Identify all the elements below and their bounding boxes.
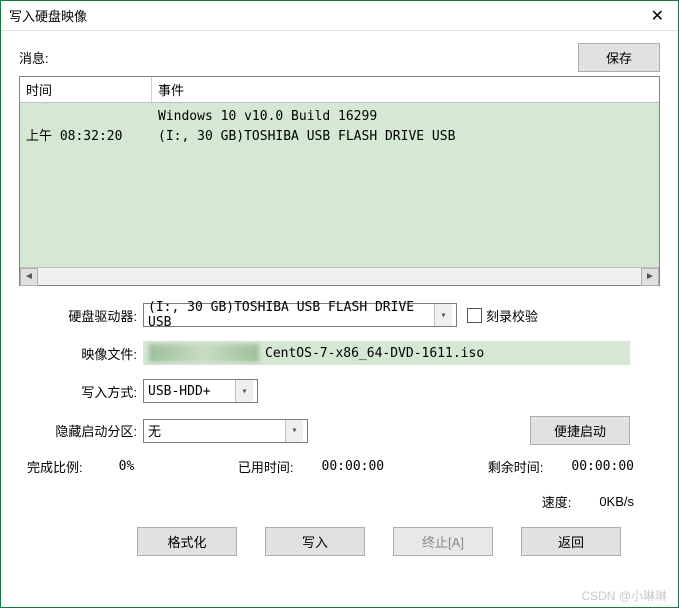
scroll-left-icon[interactable]: ◄: [20, 268, 38, 286]
done-pct-label: 完成比例:: [27, 457, 83, 476]
hide-partition-select[interactable]: 无 ▾: [143, 419, 308, 443]
verify-checkbox[interactable]: [467, 308, 482, 323]
log-row[interactable]: 上午 08:32:20 Windows 10 v10.0 Build 16299…: [20, 103, 659, 146]
close-icon[interactable]: ✕: [645, 6, 670, 26]
drive-value: (I:, 30 GB)TOSHIBA USB FLASH DRIVE USB: [148, 300, 434, 330]
redacted-path: [149, 344, 259, 362]
horizontal-scrollbar[interactable]: ◄ ►: [20, 267, 659, 285]
log-body: 上午 08:32:20 Windows 10 v10.0 Build 16299…: [20, 103, 659, 267]
back-button[interactable]: 返回: [521, 527, 621, 556]
write-mode-label: 写入方式:: [27, 382, 143, 401]
speed-label: 速度:: [542, 492, 572, 511]
remain-label: 剩余时间:: [488, 457, 544, 476]
write-mode-select[interactable]: USB-HDD+ ▾: [143, 379, 258, 403]
log-header: 时间 事件: [20, 77, 659, 103]
titlebar: 写入硬盘映像 ✕: [1, 1, 678, 31]
chevron-down-icon: ▾: [285, 420, 303, 442]
chevron-down-icon: ▾: [235, 380, 253, 402]
chevron-down-icon: ▾: [434, 304, 452, 326]
log-header-event[interactable]: 事件: [152, 80, 659, 99]
scroll-right-icon[interactable]: ►: [641, 268, 659, 286]
image-file-label: 映像文件:: [27, 344, 143, 363]
done-pct-value: 0%: [119, 459, 135, 474]
hide-partition-label: 隐藏启动分区:: [27, 421, 143, 440]
write-mode-value: USB-HDD+: [148, 384, 235, 399]
write-button[interactable]: 写入: [265, 527, 365, 556]
save-button[interactable]: 保存: [578, 43, 660, 72]
hide-partition-value: 无: [148, 421, 285, 440]
elapsed-label: 已用时间:: [238, 457, 294, 476]
verify-checkbox-wrap[interactable]: 刻录校验: [467, 306, 538, 325]
log-header-time[interactable]: 时间: [20, 77, 152, 102]
window-title: 写入硬盘映像: [9, 6, 645, 25]
log-time: 上午 08:32:20: [20, 103, 152, 146]
format-button[interactable]: 格式化: [137, 527, 237, 556]
abort-button: 终止[A]: [393, 527, 493, 556]
log-event: Windows 10 v10.0 Build 16299 (I:, 30 GB)…: [152, 103, 659, 146]
drive-select[interactable]: (I:, 30 GB)TOSHIBA USB FLASH DRIVE USB ▾: [143, 303, 457, 327]
dialog-window: 写入硬盘映像 ✕ 消息: 保存 时间 事件 上午 08:32:20 Window…: [0, 0, 679, 608]
speed-value: 0KB/s: [599, 494, 634, 509]
log-panel: 时间 事件 上午 08:32:20 Windows 10 v10.0 Build…: [19, 76, 660, 286]
elapsed-value: 00:00:00: [322, 459, 385, 474]
image-file-value: CentOS-7-x86_64-DVD-1611.iso: [265, 346, 484, 361]
verify-label: 刻录校验: [486, 306, 538, 325]
image-file-field[interactable]: CentOS-7-x86_64-DVD-1611.iso: [143, 341, 630, 365]
message-label: 消息:: [19, 48, 578, 67]
quick-boot-button[interactable]: 便捷启动: [530, 416, 630, 445]
drive-label: 硬盘驱动器:: [27, 306, 143, 325]
remain-value: 00:00:00: [571, 459, 634, 474]
